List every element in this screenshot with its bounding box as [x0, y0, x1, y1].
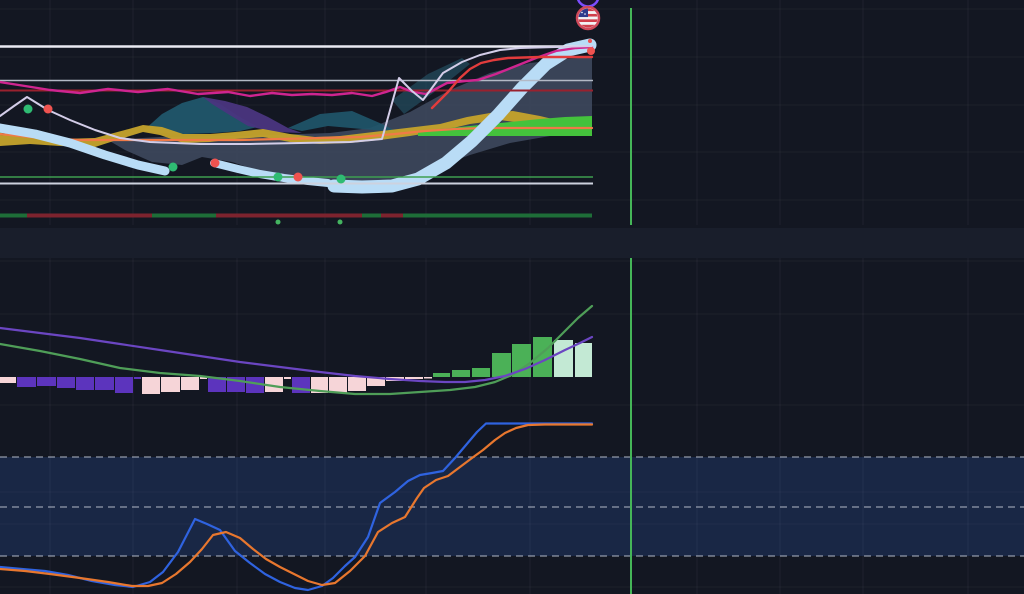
flag-stripe	[577, 19, 599, 22]
sell-signal-dot	[294, 173, 303, 182]
buy-signal-dot	[337, 175, 346, 184]
histogram-bar-pink	[142, 377, 160, 394]
signal-strip-segment	[362, 214, 381, 218]
histogram-bar-pink	[348, 377, 366, 391]
histogram-bar-purple	[17, 377, 36, 387]
signal-strip-segment	[216, 214, 362, 218]
pane-separator[interactable]	[0, 228, 1024, 258]
histogram-bar-purple	[95, 377, 114, 390]
buy-signal-dot	[24, 105, 33, 114]
flag-star	[581, 12, 583, 14]
histogram-bar-green	[452, 370, 470, 377]
histogram-bar-pink	[284, 377, 291, 379]
histogram-bar-pink	[181, 377, 199, 390]
histogram-bar-mint	[575, 343, 592, 377]
last-price-dot-small	[588, 39, 592, 43]
histogram-bar-green	[472, 368, 490, 377]
signal-strip-segment	[152, 214, 216, 218]
histogram-bar-pink	[424, 377, 432, 379]
histogram-bar-pink	[161, 377, 180, 392]
signal-strip-segment	[381, 214, 403, 218]
sell-signal-dot	[44, 105, 53, 114]
histogram-bar-purple	[57, 377, 75, 388]
flag-star	[584, 13, 586, 15]
buy-signal-dot	[274, 173, 283, 182]
signal-strip-dot	[276, 220, 281, 225]
chart-canvas[interactable]	[0, 0, 1024, 594]
histogram-bar-pink	[405, 377, 423, 379]
buy-signal-dot	[169, 163, 178, 172]
histogram-bar-purple	[37, 377, 56, 386]
histogram-bar-purple	[76, 377, 94, 390]
trading-chart-workspace	[0, 0, 1024, 594]
histogram-bar-purple	[115, 377, 133, 393]
histogram-bar-green	[492, 353, 511, 377]
histogram-bar-pink	[329, 377, 347, 393]
signal-strip-segment	[27, 214, 152, 218]
histogram-bar-pink	[0, 377, 16, 383]
histogram-bar-green	[433, 373, 450, 377]
last-price-dot	[587, 47, 595, 55]
histogram-bar-purple	[134, 377, 141, 379]
signal-strip-segment	[0, 214, 27, 218]
histogram-bar-mint	[554, 340, 573, 377]
signal-strip-segment	[403, 214, 592, 218]
signal-strip-dot	[338, 220, 343, 225]
sell-signal-dot	[211, 159, 220, 168]
